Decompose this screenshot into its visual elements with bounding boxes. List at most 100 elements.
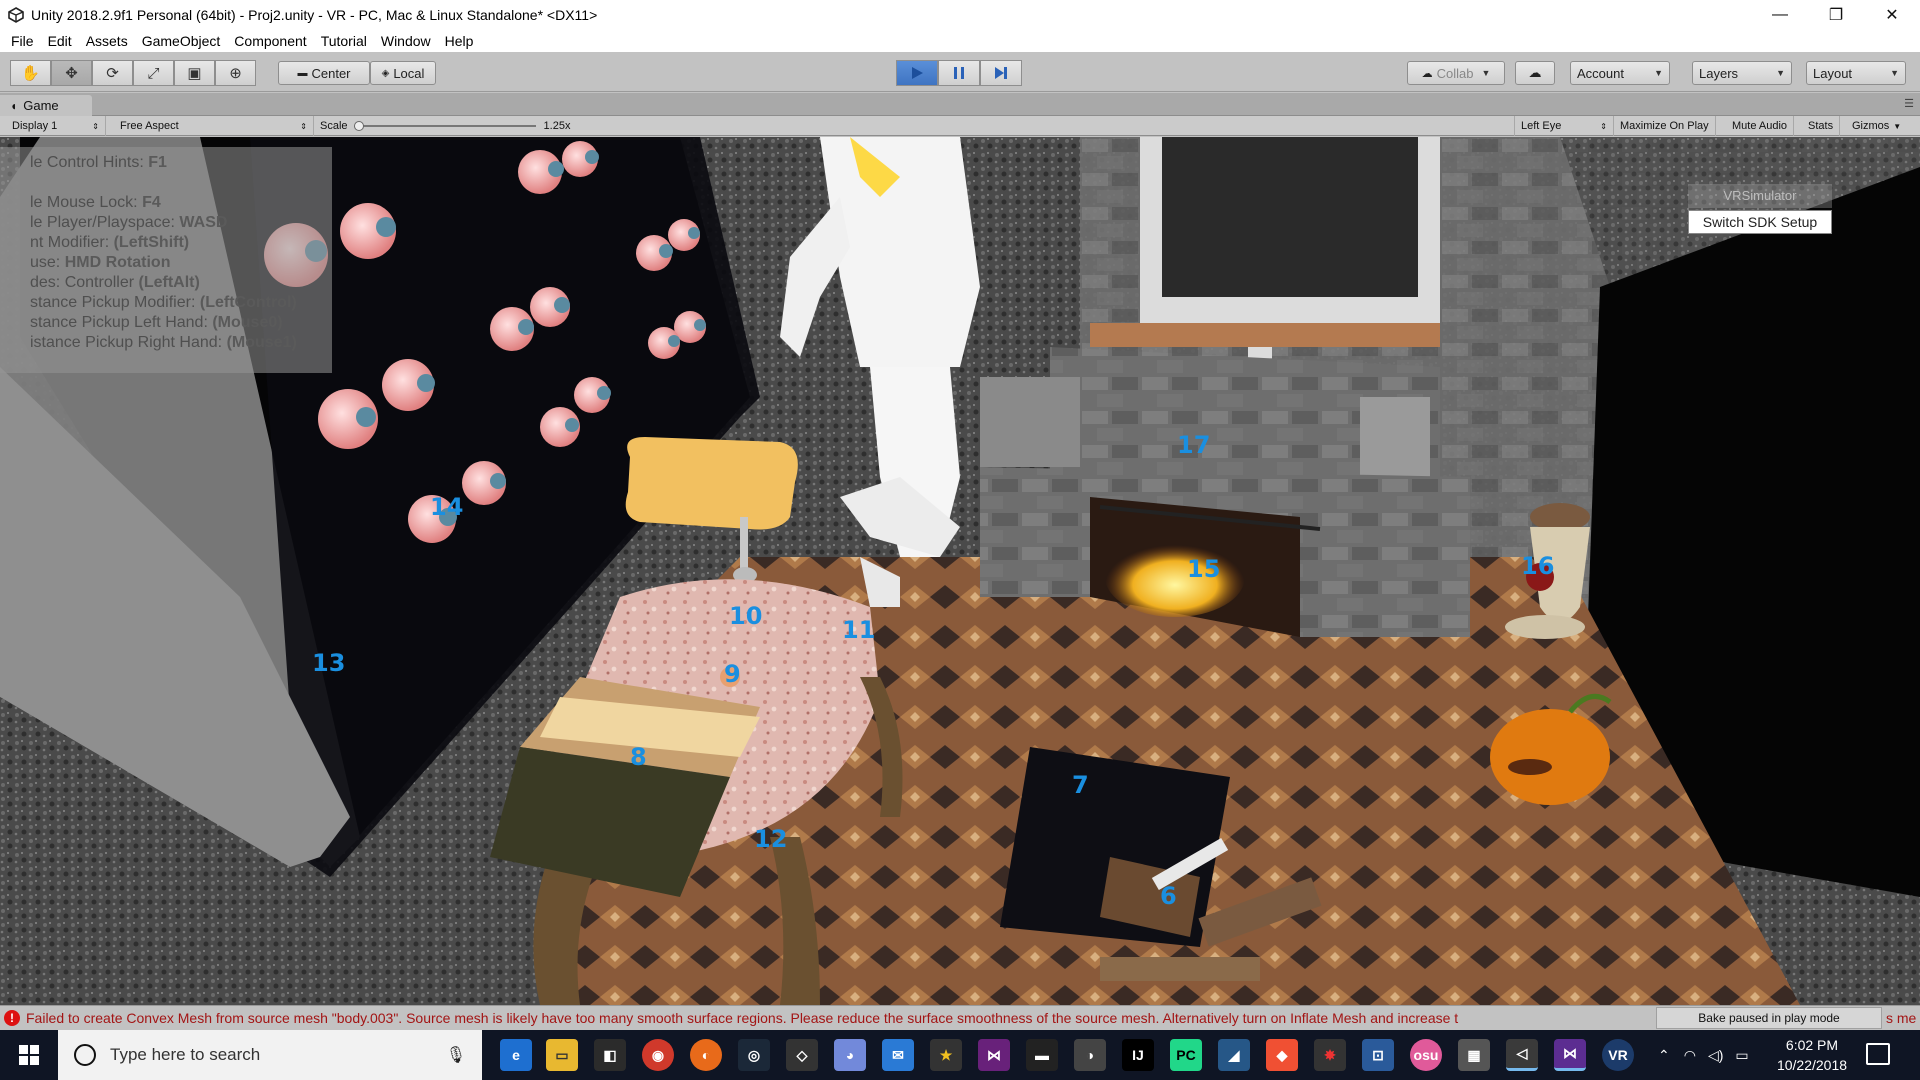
pivot-local-button[interactable]: ◈ Local <box>370 61 436 85</box>
system-tray: ⌃ ◠ ◁) ▭ <box>1650 1030 1755 1080</box>
notification-icon[interactable] <box>1866 1043 1890 1065</box>
pictures-icon[interactable]: ⊡ <box>1362 1039 1394 1071</box>
services-cloud-button[interactable]: ☁ <box>1515 61 1555 85</box>
updown-icon: ⇕ <box>92 121 99 131</box>
menu-gameobject[interactable]: GameObject <box>135 33 228 49</box>
menu-help[interactable]: Help <box>438 33 481 49</box>
close-button[interactable]: ✕ <box>1864 0 1920 30</box>
sdk-switcher: VRSimulator Switch SDK Setup <box>1688 184 1832 236</box>
battery-icon[interactable]: ▭ <box>1735 1047 1748 1064</box>
marker-17: 17 <box>1177 431 1211 459</box>
maximize-on-play-toggle[interactable]: Maximize On Play <box>1614 116 1716 136</box>
star-icon[interactable]: ★ <box>930 1039 962 1071</box>
unity-icon[interactable]: ◁ <box>1506 1039 1538 1071</box>
gizmos-dropdown[interactable]: Gizmos ▼ <box>1846 116 1907 136</box>
tab-game[interactable]: ◖ Game <box>0 95 92 116</box>
menu-tutorial[interactable]: Tutorial <box>314 33 374 49</box>
terminal-icon[interactable]: ▬ <box>1026 1039 1058 1071</box>
local-icon: ◈ <box>381 67 390 79</box>
minimize-button[interactable]: — <box>1752 0 1808 30</box>
menu-component[interactable]: Component <box>227 33 313 49</box>
step-button[interactable] <box>980 60 1022 86</box>
error-icon: ! <box>4 1010 20 1026</box>
console-status-bar[interactable]: ! Failed to create Convex Mesh from sour… <box>0 1005 1920 1030</box>
taskbar-search[interactable]: Type here to search 🎙 <box>58 1030 482 1080</box>
vr-app-icon[interactable]: ◑ <box>1074 1039 1106 1071</box>
scale-slider-track <box>355 125 536 127</box>
menu-assets[interactable]: Assets <box>79 33 135 49</box>
mute-audio-toggle[interactable]: Mute Audio <box>1726 116 1795 136</box>
title-bar: Unity 2018.2.9f1 Personal (64bit) - Proj… <box>0 0 1920 30</box>
scale-slider-thumb[interactable] <box>353 121 364 131</box>
file-explorer-icon[interactable]: ▭ <box>546 1039 578 1071</box>
restore-button[interactable]: ❐ <box>1808 0 1864 30</box>
git-icon[interactable]: ◆ <box>1266 1039 1298 1071</box>
jetbrains-icon[interactable]: IJ <box>1122 1039 1154 1071</box>
display-dropdown[interactable]: Display 1 ⇕ <box>6 116 106 136</box>
rotate-tool-icon[interactable]: ⟳ <box>92 60 133 86</box>
discord-icon[interactable]: ◕ <box>834 1039 866 1071</box>
rect-tool-icon[interactable]: ▣ <box>174 60 215 86</box>
hand-tool-icon[interactable]: ✋ <box>10 60 51 86</box>
stats-label: Stats <box>1808 120 1834 132</box>
panel-menu-icon[interactable]: ☰ <box>1904 97 1914 110</box>
photos-icon[interactable]: ▦ <box>1458 1039 1490 1071</box>
steam-icon[interactable]: ◎ <box>738 1039 770 1071</box>
eye-dropdown[interactable]: Left Eye ⇕ <box>1514 116 1614 136</box>
game-view-toolbar: Display 1 ⇕ Free Aspect ⇕ Scale 1.25x Le… <box>0 116 1920 136</box>
menu-file[interactable]: File <box>4 33 41 49</box>
display-label: Display 1 <box>12 120 58 132</box>
play-controls <box>896 60 1022 86</box>
vr-icon[interactable]: VR <box>1602 1039 1634 1071</box>
start-button[interactable] <box>0 1030 58 1080</box>
scale-tool-icon[interactable]: ⤢ <box>133 60 174 86</box>
transform-tool-icon[interactable]: ⊕ <box>215 60 256 86</box>
pivot-center-button[interactable]: ▬ Center <box>278 61 370 85</box>
store-icon[interactable]: ◧ <box>594 1039 626 1071</box>
stats-toggle[interactable]: Stats <box>1802 116 1841 136</box>
play-button[interactable] <box>896 60 938 86</box>
pycharm-icon[interactable]: PC <box>1170 1039 1202 1071</box>
microphone-icon[interactable]: 🎙 <box>446 1045 466 1065</box>
hint-line: stance Pickup Modifier: (LeftControl) <box>30 294 297 311</box>
volume-icon[interactable]: ◁) <box>1708 1047 1723 1064</box>
layers-dropdown[interactable]: Layers ▼ <box>1692 61 1792 85</box>
dropdown-arrow-icon: ▼ <box>1654 68 1663 78</box>
marker-11: 11 <box>842 616 876 644</box>
mail-icon[interactable]: ✉ <box>882 1039 914 1071</box>
windows-taskbar: Type here to search 🎙 e ▭ ◧ ◉ ◐ ◎ ◇ ◕ ✉ … <box>0 1030 1920 1080</box>
menu-window[interactable]: Window <box>374 33 438 49</box>
marker-13: 13 <box>312 649 346 677</box>
taskbar-clock[interactable]: 6:02 PM 10/22/2018 <box>1766 1035 1858 1075</box>
aspect-dropdown[interactable]: Free Aspect ⇕ <box>114 116 314 136</box>
osu-icon[interactable]: osu <box>1410 1039 1442 1071</box>
adobe-icon[interactable]: ✸ <box>1314 1039 1346 1071</box>
collab-dropdown[interactable]: ☁ Collab ▼ <box>1407 61 1505 85</box>
scale-slider[interactable] <box>353 121 536 131</box>
collab-label: Collab <box>1436 65 1474 81</box>
pivot-icon: ▬ <box>297 67 308 79</box>
switch-sdk-button[interactable]: Switch SDK Setup <box>1688 210 1832 234</box>
chrome-icon[interactable]: ◉ <box>642 1039 674 1071</box>
dropdown-arrow-icon: ▼ <box>1776 68 1785 78</box>
wifi-icon[interactable]: ◠ <box>1684 1047 1696 1064</box>
visual-studio-icon[interactable]: ⋈ <box>978 1039 1010 1071</box>
marker-16: 16 <box>1521 552 1555 580</box>
layout-dropdown[interactable]: Layout ▼ <box>1806 61 1906 85</box>
game-viewport[interactable]: le Control Hints: F1 le Mouse Lock: F4 l… <box>0 137 1920 1005</box>
firefox-icon[interactable]: ◐ <box>690 1039 722 1071</box>
step-icon <box>995 67 1007 79</box>
dropdown-arrow-icon: ▼ <box>1893 121 1902 131</box>
unity-hub-icon[interactable]: ◇ <box>786 1039 818 1071</box>
scale-label: Scale <box>320 120 348 132</box>
vs-code-icon[interactable]: ⋈ <box>1554 1039 1586 1071</box>
play-icon <box>912 67 923 79</box>
menu-edit[interactable]: Edit <box>41 33 79 49</box>
edge-icon[interactable]: e <box>500 1039 532 1071</box>
pause-button[interactable] <box>938 60 980 86</box>
account-dropdown[interactable]: Account ▼ <box>1570 61 1670 85</box>
chevron-up-icon[interactable]: ⌃ <box>1658 1047 1670 1064</box>
cloud-services-icon: ☁ <box>1528 65 1542 80</box>
move-tool-icon[interactable]: ✥ <box>51 60 92 86</box>
blender-icon[interactable]: ◢ <box>1218 1039 1250 1071</box>
